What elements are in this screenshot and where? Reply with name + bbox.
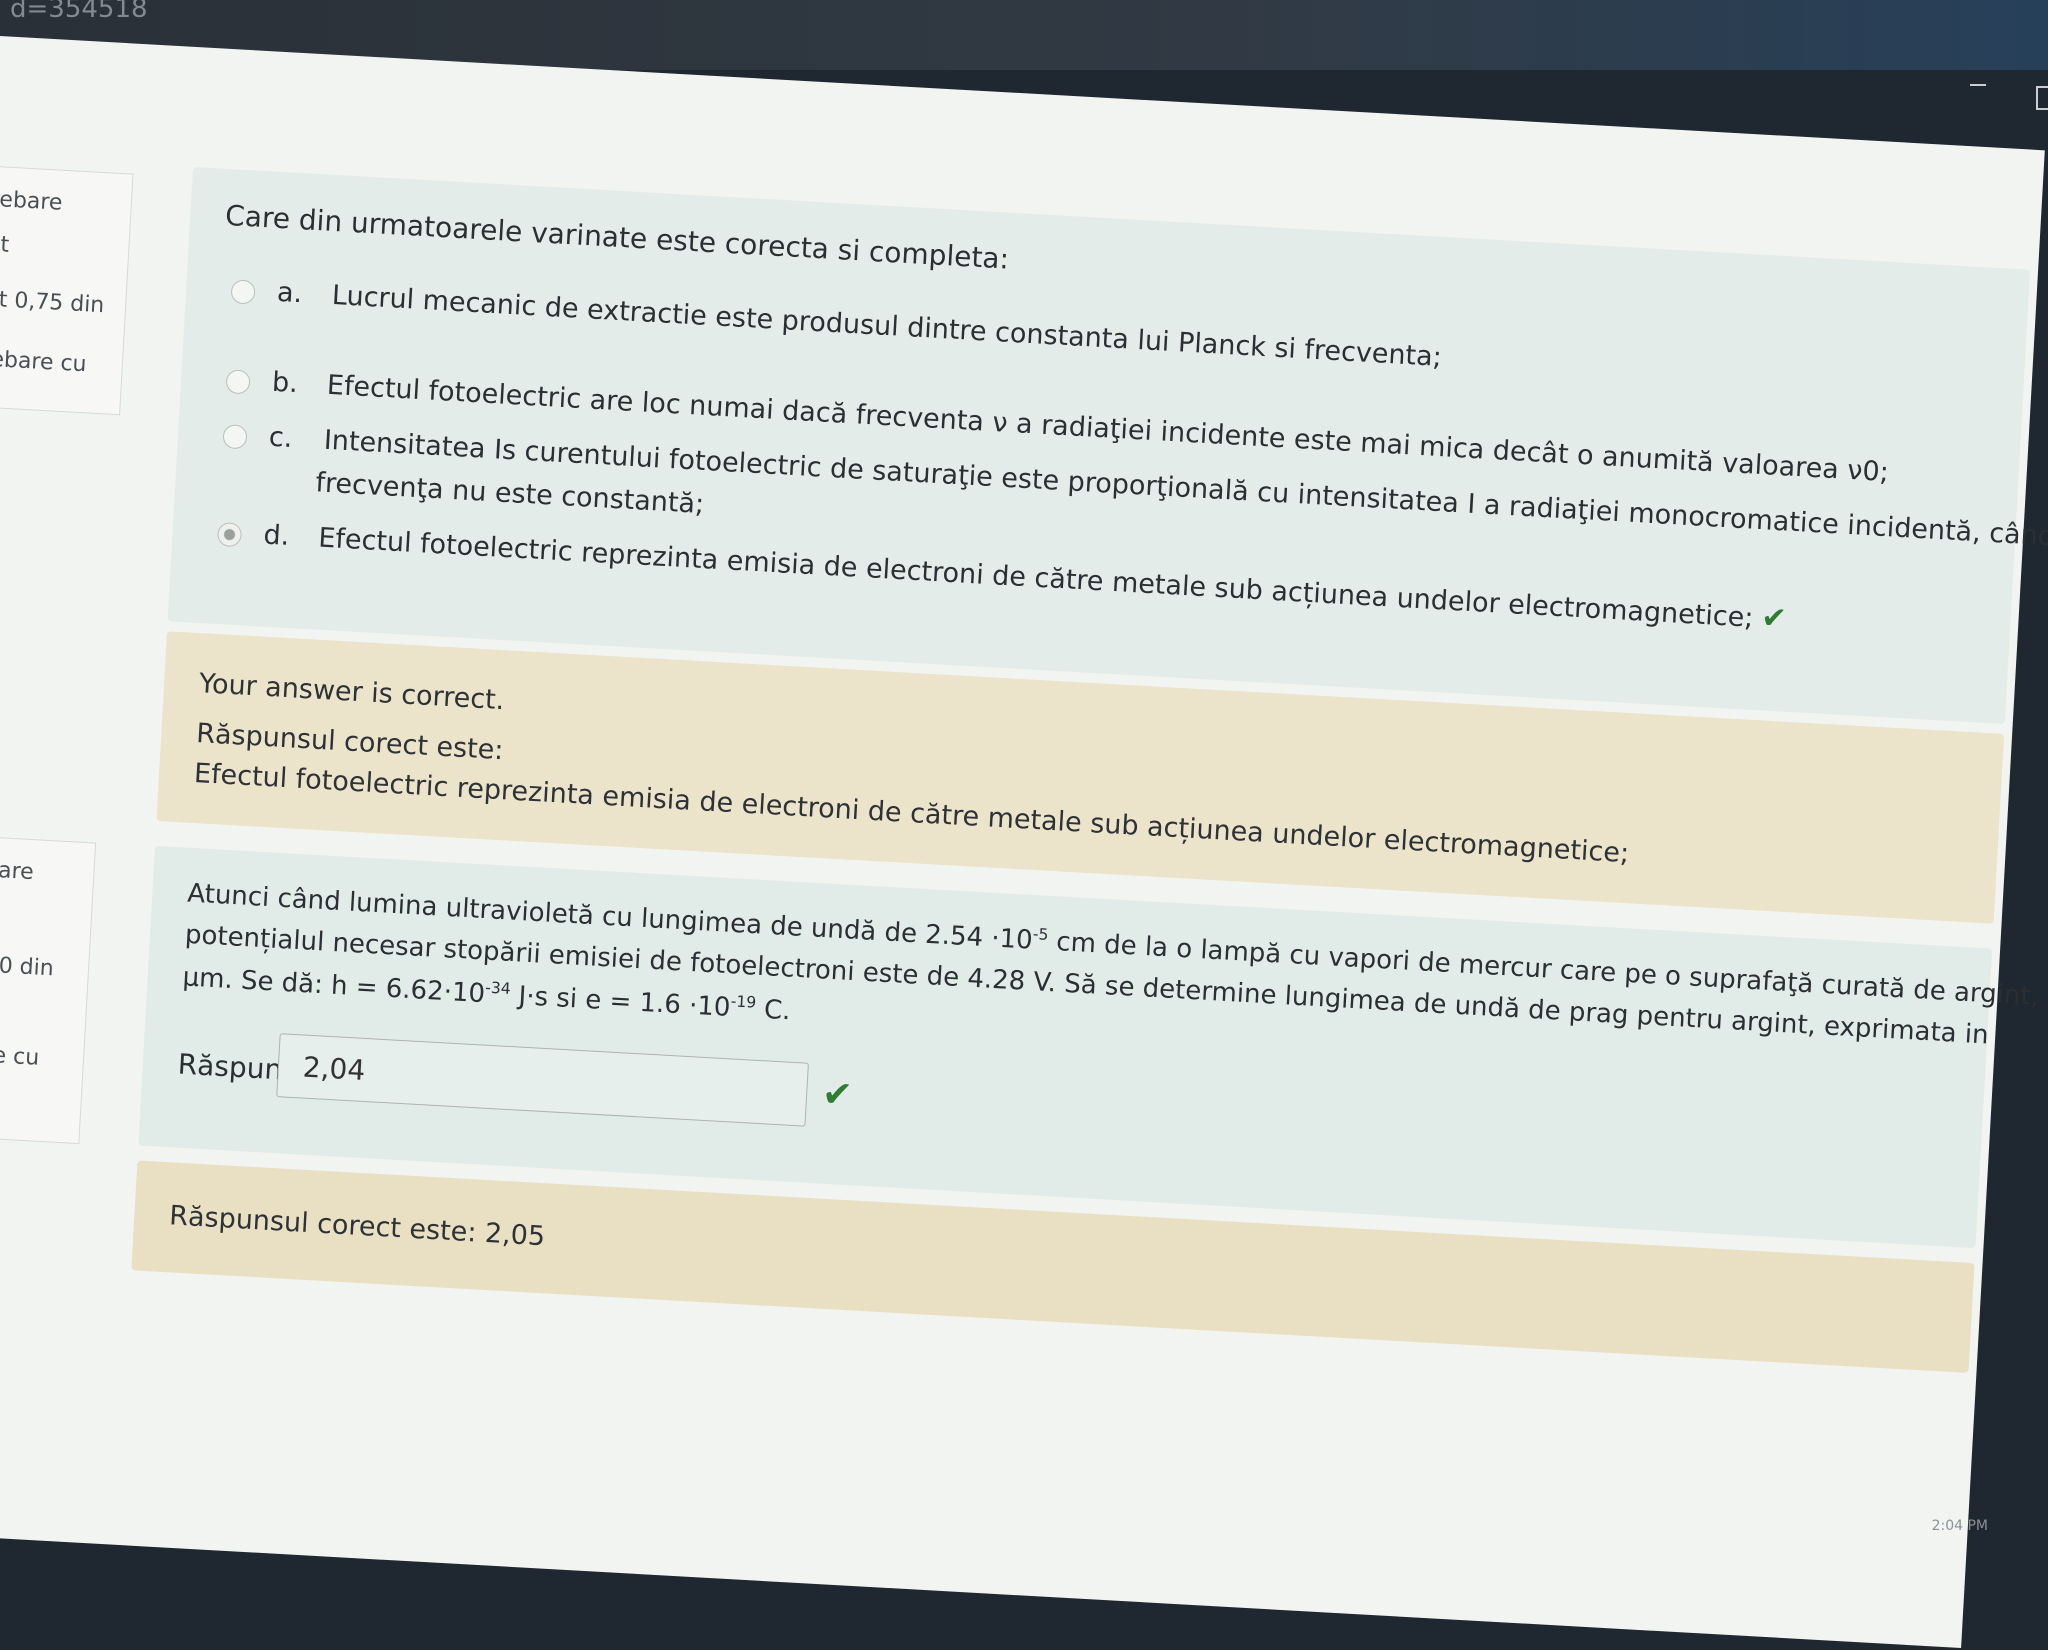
option-d[interactable]: d. Efectul fotoelectric reprezinta emisia… <box>216 514 1788 637</box>
question-info-box-1: rebare ct at 0,75 din rebare cu <box>0 165 134 416</box>
question-card-1: Care din urmatoarele varinate este corec… <box>167 166 2048 724</box>
feedback-status: Your answer is correct. <box>198 668 506 717</box>
radio-icon[interactable] <box>225 368 251 394</box>
question-text: Care din urmatoarele varinate este corec… <box>224 198 1010 276</box>
radio-icon[interactable] <box>230 278 256 305</box>
correct-answer-text: Răspunsul corect este: 2,05 <box>168 1200 546 1253</box>
quiz-review-page: rebare ct at 0,75 din rebare cu Care din… <box>0 36 2048 1648</box>
flag-question-link[interactable]: ebare cu <box>0 1040 40 1070</box>
flag-question-link[interactable]: rebare cu <box>0 347 87 378</box>
tab-url-fragment: d=354518 <box>10 0 148 24</box>
question-mark: t 1,50 din <box>0 951 55 982</box>
minimize-icon[interactable] <box>1970 84 1986 86</box>
answer-input[interactable]: 2,04 <box>276 1033 809 1127</box>
correct-answer-text: Efectul fotoelectric reprezinta emisia d… <box>193 758 1630 870</box>
checkmark-icon: ✔ <box>821 1073 854 1117</box>
maximize-icon[interactable] <box>2036 86 2048 110</box>
checkmark-icon: ✔ <box>1760 600 1788 637</box>
radio-selected-icon[interactable] <box>216 521 243 547</box>
option-a[interactable]: a. Lucrul mecanic de extractie este produ… <box>230 274 1443 373</box>
question-mark: at 0,75 din <box>0 286 105 319</box>
taskbar-clock: 2:04 PM <box>1931 1518 1988 1534</box>
question-info-label: trebare <box>0 855 35 886</box>
question-status: ct <box>0 231 10 258</box>
question-info-box-2: trebare t 1,50 din ebare cu <box>0 834 97 1145</box>
option-c-continuation: frecvenţa nu este constantă; <box>314 467 705 521</box>
question-info-label: rebare <box>0 186 64 216</box>
radio-icon[interactable] <box>222 423 248 449</box>
correct-answer-label: Răspunsul corect este: <box>195 718 505 767</box>
